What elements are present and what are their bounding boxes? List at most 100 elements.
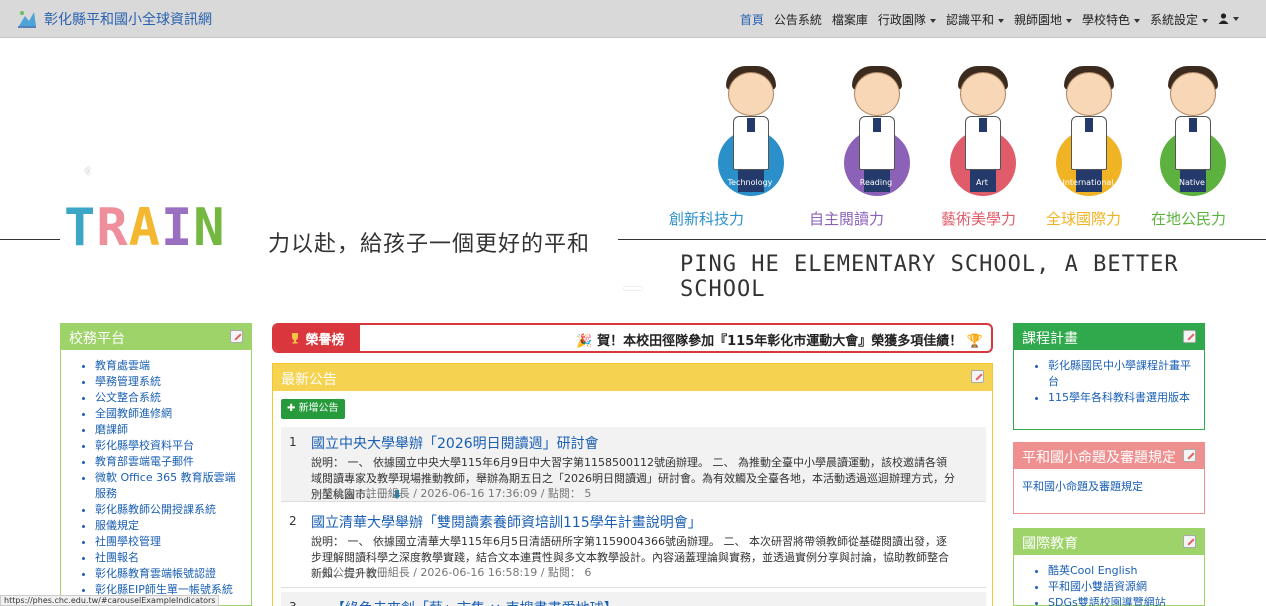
honor-roll-label: 榮譽榜 [274,325,360,351]
panel-header: 課程計畫 [1014,324,1204,350]
international-education-panel: 國際教育 酷英Cool English 平和國小雙語資源網 SDGs雙語校園導覽… [1013,528,1205,606]
edit-icon[interactable] [971,370,984,383]
link-item[interactable]: 平和國小雙語資源網 [1048,579,1196,595]
edit-icon[interactable] [230,330,243,343]
theme-tag: Technology [727,178,773,187]
nav-features[interactable]: 學校特色 [1077,11,1145,28]
site-brand[interactable]: 彰化縣平和國小全球資訊網 [16,8,212,30]
platform-link-item[interactable]: 服儀規定 [95,518,243,534]
exam-rules-link[interactable]: 平和國小命題及審題規定 [1014,469,1204,503]
panel-title: 平和國小命題及審題規定 [1022,450,1176,466]
platform-link-item[interactable]: 彰化縣教師公開授課系統 [95,502,243,518]
platform-link-item[interactable]: 微軟 Office 365 教育版雲端服務 [95,470,243,502]
news-header: 最新公告 [273,364,992,391]
news-item-title[interactable]: 國立中央大學舉辦「2026明日閱讀週」研討會 [311,433,599,453]
theme-tag: Art [976,178,988,187]
edit-icon[interactable] [1183,330,1196,343]
banner-divider [618,239,1266,240]
edit-icon[interactable] [1183,449,1196,462]
link-item[interactable]: 彰化縣國民中小學課程計畫平台 [1048,358,1196,390]
platform-link-item[interactable]: 全國教師進修網 [95,406,243,422]
platform-link-list: 教育處雲端學務管理系統公文整合系統全國教師進修網磨課師彰化縣學校資料平台教育部雲… [61,350,251,598]
nav-file-library[interactable]: 檔案庫 [827,11,873,28]
character-head [960,72,1006,116]
nav-admin-team[interactable]: 行政園隊 [873,11,941,28]
exam-rules-panel: 平和國小命題及審題規定 平和國小命題及審題規定 [1013,442,1205,514]
news-item: 2 國立清華大學舉辦「雙閱讀素養師資培訓115學年計畫說明會」 說明： 一、 依… [281,506,986,588]
platform-link-item[interactable]: 磨課師 [95,422,243,438]
news-number: 2 [289,514,297,528]
carousel-indicator[interactable] [624,287,642,290]
platform-link-item[interactable]: 教育處雲端 [95,358,243,374]
link-item[interactable]: 115學年各科教科書選用版本 [1048,390,1196,406]
character-tie [747,118,755,132]
latest-news-panel: 最新公告 ✚ 新增公告 1 國立中央大學舉辦「2026明日閱讀週」研討會 說明：… [272,363,993,606]
panel-header: 平和國小命題及審題規定 [1014,443,1204,469]
platform-link-item[interactable]: 彰化縣教育雲端帳號認證 [95,566,243,582]
news-item: 3 【綠色未來創「藝」市集 × 束搜書畫愛地球】 [281,592,986,606]
character-head [1066,72,1112,116]
intl-link-list: 酷英Cool English 平和國小雙語資源網 SDGs雙語校園導覽網站 [1014,555,1204,606]
link-item[interactable]: SDGs雙語校園導覽網站 [1048,595,1196,606]
character-tie [979,118,987,132]
hero-banner: ‹ T R A I N 力以赴，給孩子一個更好的平和 PING HE ELEME… [0,38,1266,308]
trophy-icon [292,333,299,344]
curriculum-plan-panel: 課程計畫 彰化縣國民中小學課程計畫平台 115學年各科教科書選用版本 [1013,323,1205,430]
panel-title: 校務平台 [69,331,125,347]
news-item-title[interactable]: 【綠色未來創「藝」市集 × 束搜書畫愛地球】 [331,598,618,606]
top-navbar: 彰化縣平和國小全球資訊網 首頁 公告系統 檔案庫 行政園隊 認識平和 親師園地 … [0,0,1266,38]
platform-link-item[interactable]: 彰化縣學校資料平台 [95,438,243,454]
honor-roll-text[interactable]: 🎉 賀！本校田徑隊參加『115年彰化市運動大會』榮獲多項佳績！ 🏆 [576,330,983,349]
panel-header: 校務平台 [61,324,251,350]
platform-link-item[interactable]: 教育部雲端電子郵件 [95,454,243,470]
add-announcement-button[interactable]: ✚ 新增公告 [281,399,345,419]
carousel-prev-button[interactable]: ‹ [84,160,91,181]
edit-icon[interactable] [1183,535,1196,548]
news-item-title[interactable]: 國立清華大學舉辦「雙閱讀素養師資培訓115學年計畫說明會」 [311,512,702,532]
train-logo: T R A I N [64,198,226,258]
panel-header: 國際教育 [1014,529,1204,555]
character-head [728,72,774,116]
reading-character: Reading [826,60,926,230]
character-head [1170,72,1216,116]
theme-label-native: 在地公民力 [1151,210,1227,228]
news-item-meta: 一般公告 / 註冊組長 / 2026-06-16 16:58:19 / 點閱： … [311,566,592,579]
platform-link-item[interactable]: 社團報名 [95,550,243,566]
train-letter: I [160,198,194,258]
caret-down-icon [929,18,936,23]
caret-down-icon [1202,18,1208,23]
trophy-icon: 🏆 [966,334,983,349]
platform-link-item[interactable]: 學務管理系統 [95,374,243,390]
panel-title: 課程計畫 [1022,331,1078,347]
link-item[interactable]: 酷英Cool English [1048,563,1196,579]
main-nav: 首頁 公告系統 檔案庫 行政園隊 認識平和 親師園地 學校特色 系統設定 [735,11,1244,28]
train-letter: A [128,198,161,258]
nav-parents[interactable]: 親師園地 [1009,11,1077,28]
nav-user-menu[interactable] [1213,11,1244,28]
school-platform-panel: 校務平台 教育處雲端學務管理系統公文整合系統全國教師進修網磨課師彰化縣學校資料平… [60,323,252,606]
plus-icon: ✚ [287,403,299,414]
character-tie [1189,118,1197,132]
news-item: 1 國立中央大學舉辦「2026明日閱讀週」研討會 說明： 一、 依據國立中央大學… [281,427,986,502]
technology-character: Technology [700,60,800,230]
caret-down-icon [1233,16,1239,21]
character-head [854,72,900,116]
school-logo-icon [18,11,36,28]
train-letter: N [193,198,226,258]
train-letter: T [64,198,97,258]
nav-home[interactable]: 首頁 [735,11,769,28]
nav-announcements[interactable]: 公告系統 [769,11,827,28]
platform-link-item[interactable]: 公文整合系統 [95,390,243,406]
platform-link-item[interactable]: 社團學校管理 [95,534,243,550]
theme-tag: Reading [859,178,893,187]
site-title[interactable]: 彰化縣平和國小全球資訊網 [44,9,212,29]
international-character: International [1038,60,1138,230]
nav-about[interactable]: 認識平和 [941,11,1009,28]
art-character: Art [932,60,1032,230]
banner-tagline: 力以赴，給孩子一個更好的平和 [268,232,591,257]
theme-label-reading: 自主閱讀力 [809,210,885,228]
train-letter: R [96,198,129,258]
panel-title: 國際教育 [1022,536,1078,552]
caret-down-icon [1133,18,1140,23]
nav-settings[interactable]: 系統設定 [1145,11,1213,28]
